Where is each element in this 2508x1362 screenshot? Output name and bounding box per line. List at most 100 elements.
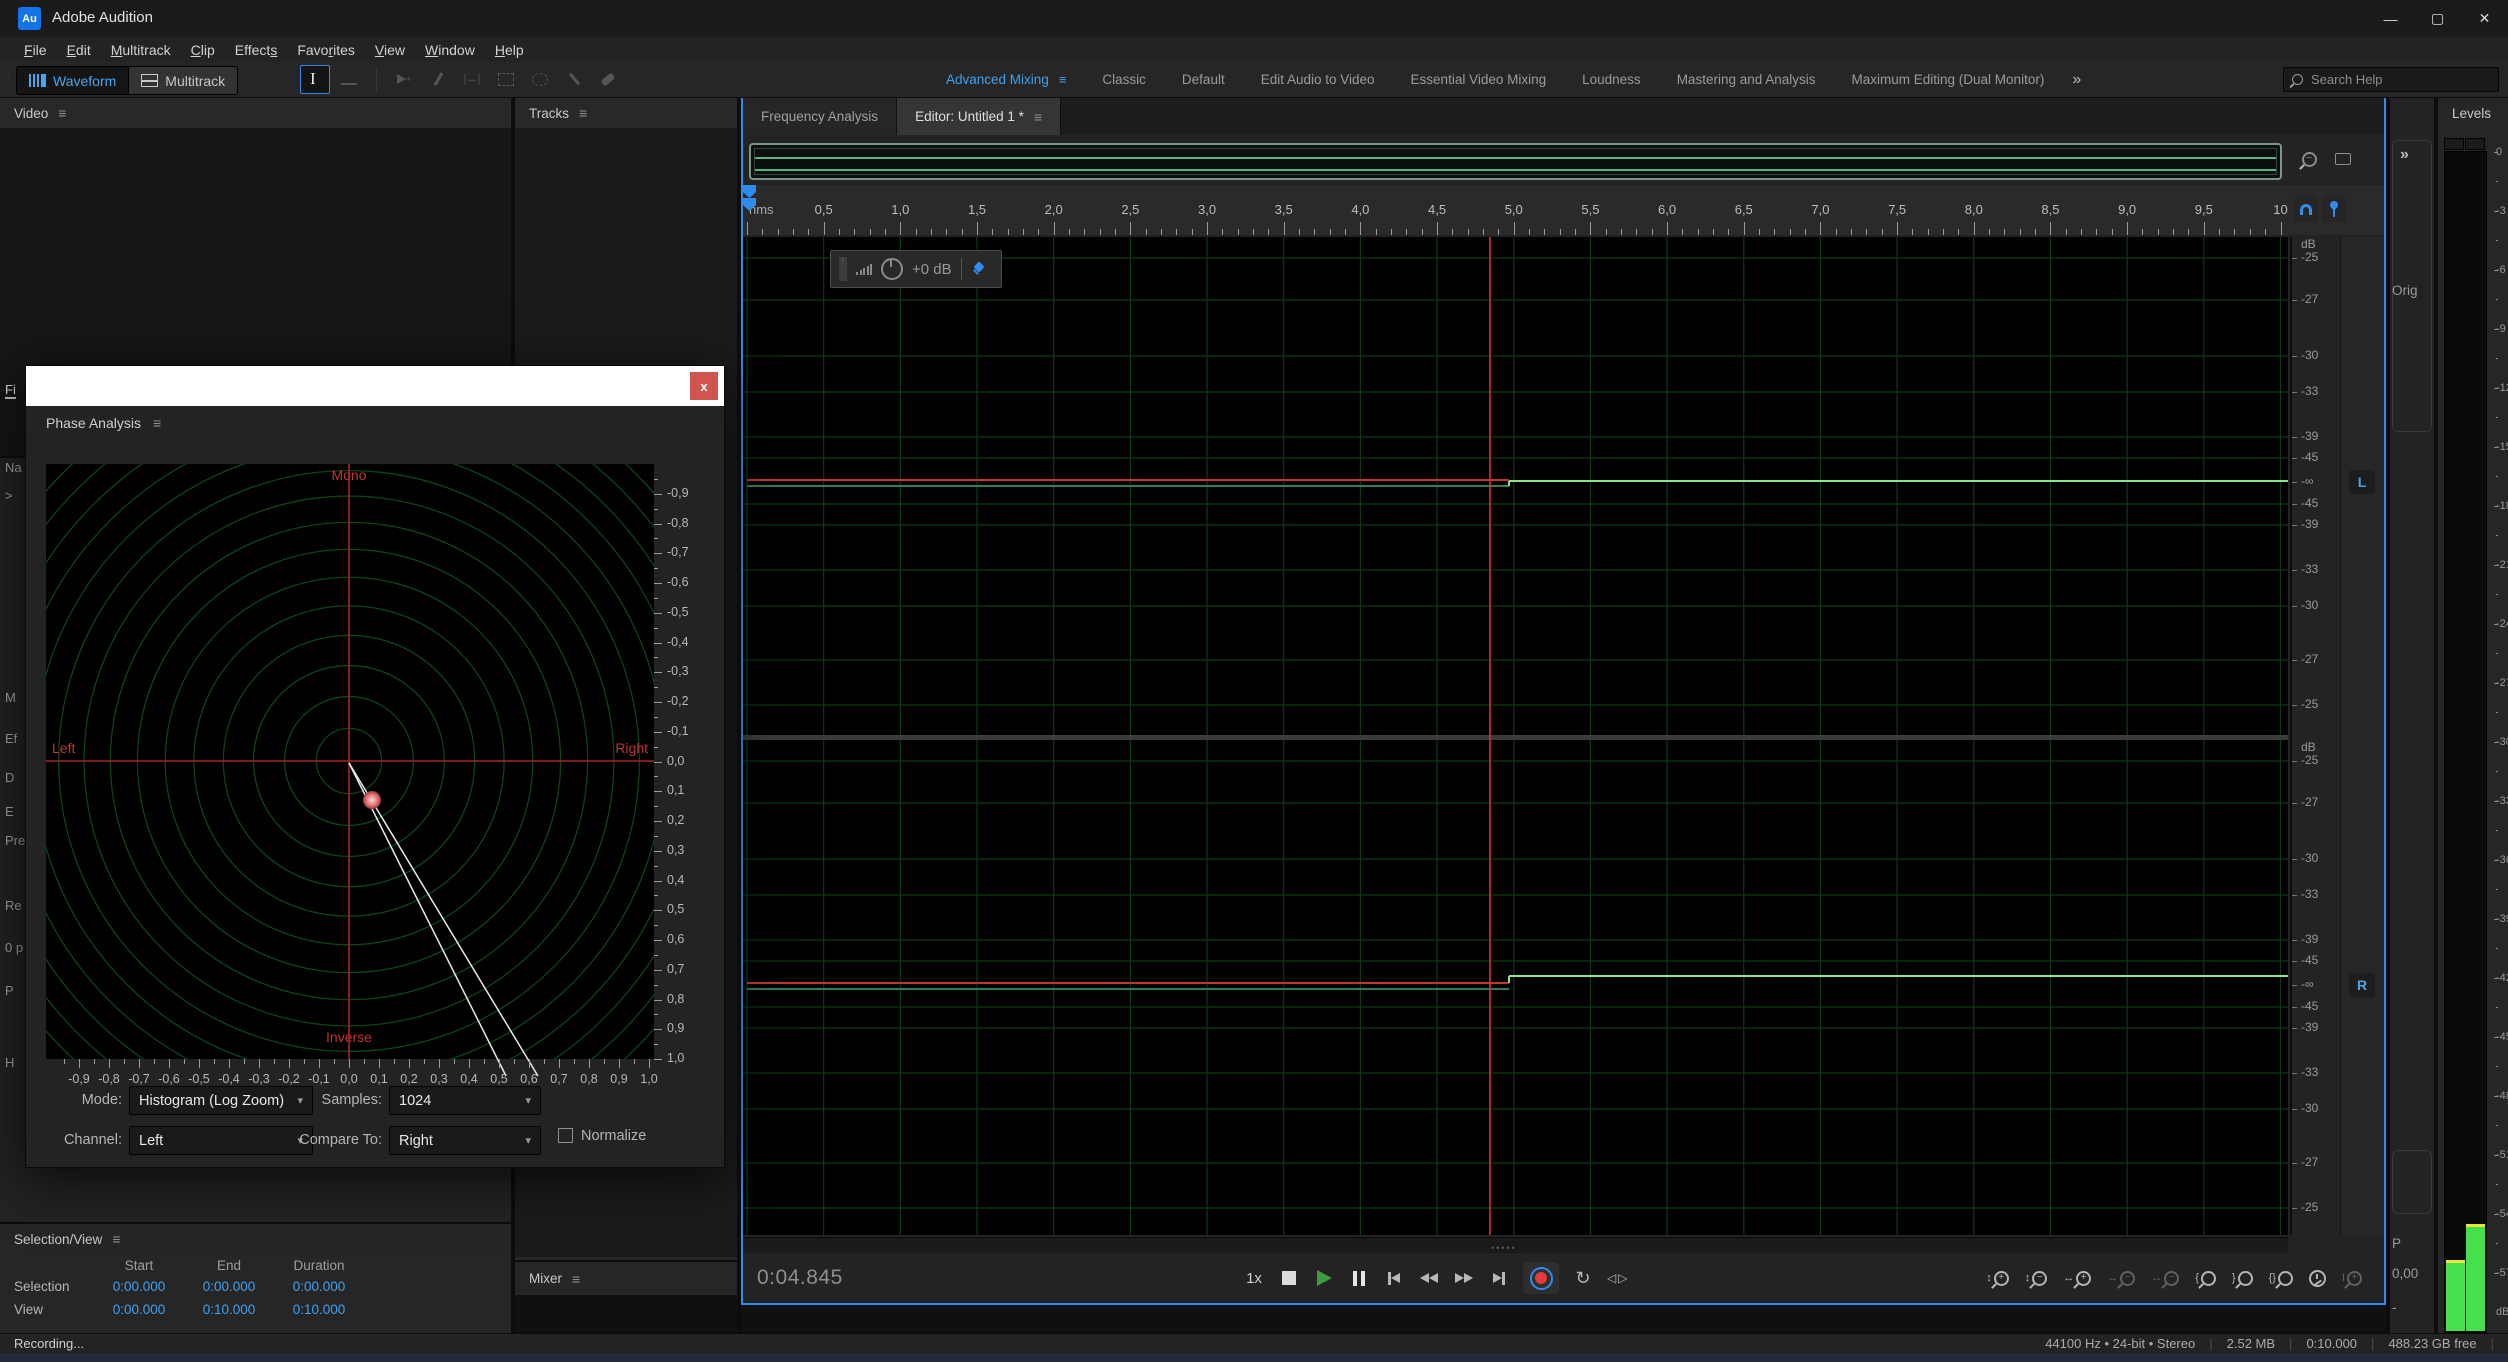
snap-magnet-icon[interactable] [2294,196,2318,222]
dialog-close-button[interactable]: x [690,372,718,400]
timeline-ruler[interactable]: hms0,51,01,52,02,53,03,54,04,55,05,56,06… [743,185,2384,235]
menu-help[interactable]: Help [485,42,534,58]
levels-panel-header[interactable]: Levels [2438,98,2508,128]
level-meter[interactable]: 0-3-6-9-12-15-18-21-24-27-30-33-36-39-42… [2444,138,2487,1333]
playback-speed[interactable]: 1x [1243,1265,1265,1291]
play-button[interactable] [1313,1265,1335,1291]
gain-knob[interactable] [881,258,903,280]
workspace-tab[interactable]: Loudness [1566,72,1657,87]
panel-menu-icon[interactable]: ≡ [112,1231,120,1247]
selection-view-header[interactable]: Selection/View ≡ [0,1224,511,1254]
zoom-to-out-point-button[interactable]: } [2232,1265,2253,1291]
menu-multitrack[interactable]: Multitrack [101,42,181,58]
spot-healing-brush-tool-icon[interactable] [593,66,623,92]
zoom-in-time-selection-button[interactable]: I+ [2342,1265,2362,1291]
time-value[interactable]: 0:00.000 [94,1275,184,1298]
minimize-button[interactable]: — [2367,0,2414,37]
zoom-to-selection-button[interactable]: {} [2269,1265,2293,1291]
workspace-tab[interactable]: Edit Audio to Video [1245,72,1391,87]
menu-window[interactable]: Window [415,42,485,58]
fast-forward-button[interactable] [1453,1265,1475,1291]
panel-menu-icon[interactable]: ≡ [579,105,587,121]
phase-scope[interactable]: MonoLeftRightInverse [46,464,654,1059]
volume-hud[interactable]: ⋮⋮⋮ +0 dB [830,250,1002,288]
channel-badge-l[interactable]: L [2349,470,2375,494]
paintbrush-selection-tool-icon[interactable] [559,66,589,92]
spectral-view-icon[interactable] [334,66,364,92]
close-button[interactable]: ✕ [2461,0,2508,37]
menu-edit[interactable]: Edit [57,42,101,58]
timer-record-button[interactable] [2309,1265,2326,1291]
time-value[interactable]: 0:00.000 [274,1275,364,1298]
zoom-out-full-button[interactable]: ↔− [2151,1265,2179,1291]
skip-selection-button[interactable]: ◁▷ [1607,1265,1629,1291]
multitrack-view-button[interactable]: Multitrack [129,66,238,95]
skip-to-start-button[interactable] [1383,1265,1405,1291]
rewind-button[interactable] [1418,1265,1440,1291]
hud-gain-value[interactable]: +0 dB [912,261,952,278]
time-value[interactable]: 0:00.000 [94,1298,184,1321]
pause-button[interactable] [1348,1265,1370,1291]
scrollbar-handle[interactable]: ••••• [1491,1243,1517,1253]
panel-menu-icon[interactable]: ≡ [572,1271,580,1287]
menu-clip[interactable]: Clip [181,42,225,58]
pin-icon[interactable] [971,262,985,276]
compare-to-select[interactable]: Right▾ [389,1126,541,1155]
zoom-in-horizontal-button[interactable]: ↔+ [2063,1265,2091,1291]
video-panel-header[interactable]: Video ≡ [0,98,511,128]
menu-effects[interactable]: Effects [225,42,288,58]
marker-icon[interactable] [2322,196,2346,222]
editor-tab[interactable]: Editor: Untitled 1 *≡ [897,98,1061,135]
workspace-menu-icon[interactable]: ≡ [1059,72,1067,87]
panel-menu-icon[interactable]: ≡ [153,415,161,431]
workspace-tab[interactable]: Essential Video Mixing [1395,72,1563,87]
samples-select[interactable]: 1024▾ [389,1086,541,1115]
lasso-selection-tool-icon[interactable] [525,66,555,92]
navigator-panel-icon[interactable] [2328,146,2358,172]
zoom-navigator-range[interactable] [754,148,2277,175]
panel-menu-icon[interactable]: ≡ [58,105,66,121]
workspace-tab[interactable]: Maximum Editing (Dual Monitor) [1836,72,2061,87]
workspace-tab[interactable]: Mastering and Analysis [1661,72,1832,87]
mode-select[interactable]: Histogram (Log Zoom)▾ [129,1086,313,1115]
zoom-navigator[interactable] [749,143,2282,180]
horizontal-scrollbar[interactable]: ••••• [743,1237,2288,1253]
playhead-time-display[interactable]: 0:04.845 [757,1266,843,1290]
razor-tool-icon[interactable] [423,66,453,92]
tracks-panel-header[interactable]: Tracks ≡ [515,98,737,128]
hud-drag-handle[interactable]: ⋮⋮⋮ [839,257,847,281]
workspace-tab[interactable]: Classic [1086,72,1162,87]
timeline-start-marker[interactable] [743,185,756,198]
normalize-checkbox[interactable] [558,1128,573,1143]
dialog-title-bar[interactable]: x [26,366,724,406]
move-tool-icon[interactable]: + [389,66,419,92]
skip-to-end-button[interactable] [1488,1265,1510,1291]
waveform-display[interactable] [743,237,2288,1235]
zoom-out-horizontal-button[interactable]: ↔− [2107,1265,2135,1291]
search-help-box[interactable]: Search Help [2283,67,2499,92]
workspace-tab[interactable]: Default [1166,72,1241,87]
zoom-out-vertical-button[interactable]: ↕− [2025,1265,2048,1291]
record-button[interactable] [1523,1262,1559,1294]
menu-view[interactable]: View [365,42,415,58]
editor-tab[interactable]: Frequency Analysis [743,98,897,135]
zoom-out-full-icon[interactable]: − [2294,146,2324,172]
time-value[interactable]: 0:10.000 [184,1298,274,1321]
clip-indicator-left[interactable] [2444,138,2464,150]
time-value[interactable]: 0:10.000 [274,1298,364,1321]
maximize-button[interactable]: ▢ [2414,0,2461,37]
clip-indicator-right[interactable] [2465,138,2485,150]
zoom-in-vertical-button[interactable]: ↕+ [1986,1265,2009,1291]
panel-menu-icon[interactable]: ≡ [1034,109,1042,125]
time-value[interactable]: 0:00.000 [184,1275,274,1298]
loop-playback-button[interactable]: ↻ [1572,1265,1594,1291]
marquee-selection-tool-icon[interactable] [491,66,521,92]
slip-tool-icon[interactable]: |↔| [457,66,487,92]
amplitude-scale[interactable]: dB-25-27-30-33-39-45-∞-45-39-33-30-27-25… [2290,237,2340,1235]
stop-button[interactable] [1278,1265,1300,1291]
workspace-tab[interactable]: Advanced Mixing≡ [930,72,1082,87]
zoom-to-in-point-button[interactable]: { [2195,1265,2216,1291]
menu-favorites[interactable]: Favorites [287,42,365,58]
waveform-view-button[interactable]: Waveform [16,66,129,95]
menu-file[interactable]: File [14,42,57,58]
